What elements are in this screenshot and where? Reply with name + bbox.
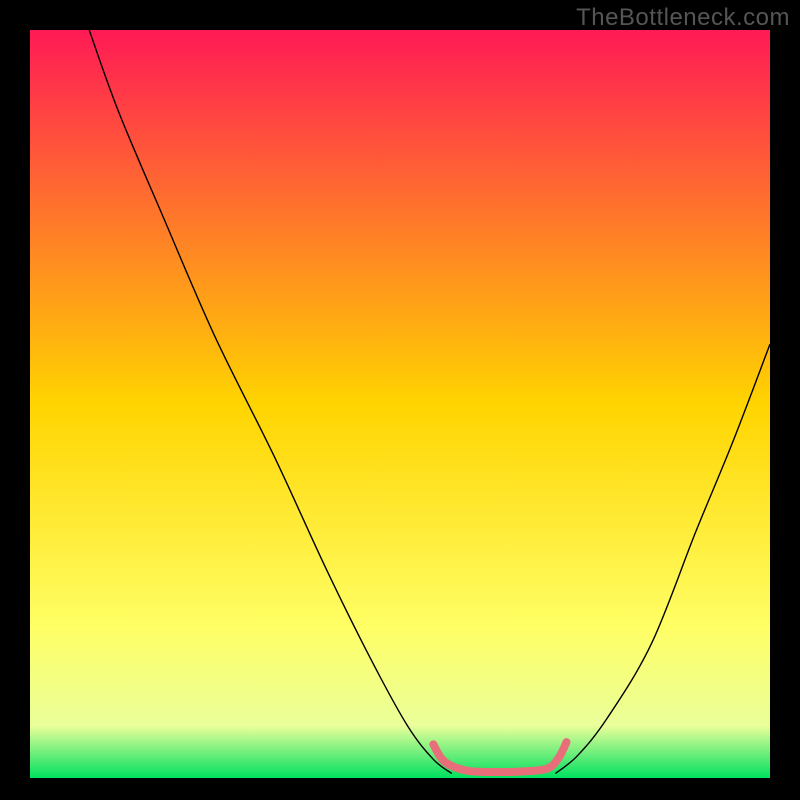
chart-svg xyxy=(30,30,770,778)
watermark-label: TheBottleneck.com xyxy=(576,4,790,32)
bottleneck-chart xyxy=(30,30,770,778)
chart-background xyxy=(30,30,770,778)
chart-frame: TheBottleneck.com xyxy=(0,0,800,800)
